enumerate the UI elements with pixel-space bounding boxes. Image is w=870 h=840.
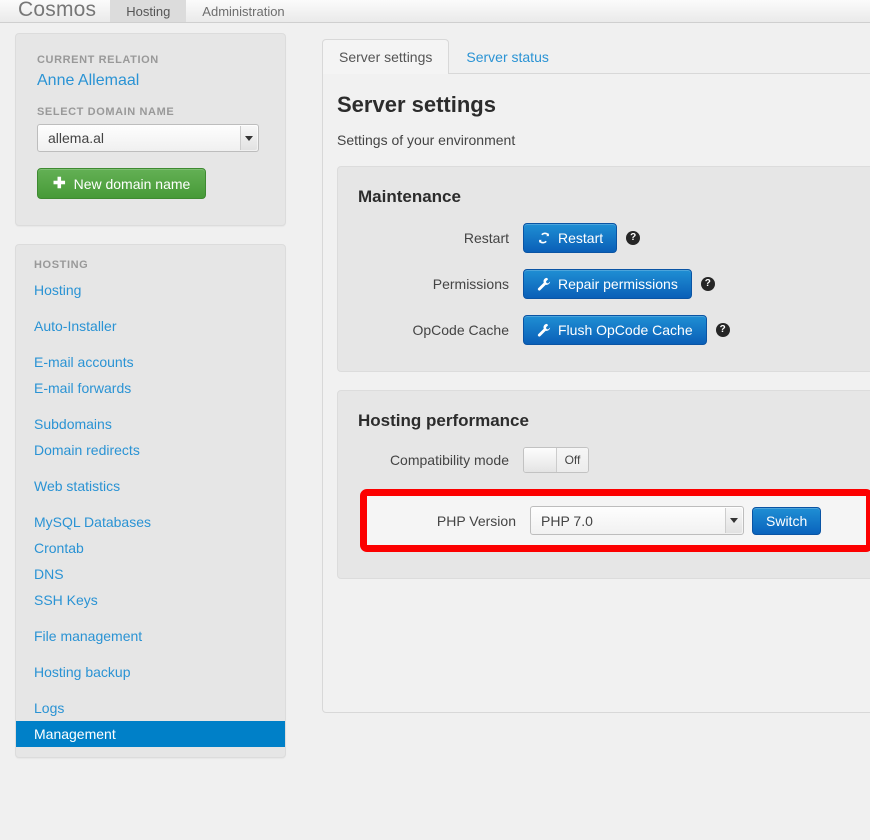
- php-version-highlight: PHP Version PHP 7.0 Switch: [360, 489, 870, 552]
- wrench-icon: [537, 323, 551, 337]
- chevron-down-icon[interactable]: [240, 126, 257, 150]
- flush-opcode-cache-button[interactable]: Flush OpCode Cache: [523, 315, 707, 345]
- sidebar-item-web-statistics[interactable]: Web statistics: [16, 473, 285, 499]
- sidebar-item-hosting-backup[interactable]: Hosting backup: [16, 659, 285, 685]
- plus-icon: ✚: [53, 175, 66, 192]
- new-domain-name-button[interactable]: ✚ New domain name: [37, 168, 207, 199]
- sidebar-item-file-management[interactable]: File management: [16, 623, 285, 649]
- sidebar-item-mysql-databases[interactable]: MySQL Databases: [16, 509, 285, 535]
- sidebar-item-domain-redirects[interactable]: Domain redirects: [16, 437, 285, 463]
- compatibility-mode-label: Compatibility mode: [389, 452, 509, 468]
- sidebar-item-crontab[interactable]: Crontab: [16, 535, 285, 561]
- sidebar-item-email-accounts[interactable]: E-mail accounts: [16, 349, 285, 375]
- wrench-icon: [537, 277, 551, 291]
- app-brand: Cosmos: [18, 0, 97, 21]
- sidebar-item-logs[interactable]: Logs: [16, 695, 285, 721]
- select-domain-caption: SELECT DOMAIN NAME: [37, 106, 175, 118]
- new-domain-name-label: New domain name: [73, 175, 191, 192]
- php-version-label: PHP Version: [436, 512, 516, 529]
- hosting-menu-caption: HOSTING: [34, 259, 89, 271]
- flush-opcode-cache-button-label: Flush OpCode Cache: [558, 322, 693, 338]
- repair-permissions-button-label: Repair permissions: [558, 276, 678, 292]
- current-relation-name[interactable]: Anne Allemaal: [37, 72, 264, 90]
- hosting-menu-panel: HOSTING Hosting Auto-Installer E-mail ac…: [15, 244, 286, 758]
- sidebar-item-auto-installer[interactable]: Auto-Installer: [16, 313, 285, 339]
- maintenance-row-opcode-cache: OpCode Cache Flush OpCode Cache ?: [338, 315, 870, 345]
- restart-label: Restart: [463, 230, 509, 246]
- top-navigation-bar: Cosmos Hosting Administration: [0, 0, 870, 23]
- compatibility-mode-toggle[interactable]: Off: [523, 447, 589, 473]
- sidebar-item-management[interactable]: Management: [16, 721, 285, 747]
- nav-tab-administration[interactable]: Administration: [186, 0, 300, 22]
- php-version-select[interactable]: PHP 7.0: [530, 506, 744, 535]
- current-relation-panel: CURRENT RELATION Anne Allemaal SELECT DO…: [15, 33, 286, 226]
- domain-name-select[interactable]: allema.al: [37, 124, 259, 152]
- help-icon-restart[interactable]: ?: [626, 231, 641, 245]
- main-content: Server settings Server status Server set…: [322, 38, 870, 713]
- tab-server-status[interactable]: Server status: [449, 39, 565, 74]
- repair-permissions-button[interactable]: Repair permissions: [523, 269, 692, 299]
- sidebar-item-email-forwards[interactable]: E-mail forwards: [16, 375, 285, 401]
- domain-name-value: allema.al: [48, 130, 105, 146]
- page-subtitle: Settings of your environment: [337, 132, 516, 148]
- current-relation-caption: CURRENT RELATION: [37, 54, 159, 66]
- restart-button[interactable]: Restart: [523, 223, 618, 253]
- compatibility-mode-state: Off: [557, 448, 588, 472]
- help-icon-opcode-cache[interactable]: ?: [715, 323, 730, 337]
- toggle-knob: [524, 448, 557, 472]
- sidebar-item-dns[interactable]: DNS: [16, 561, 285, 587]
- compatibility-mode-row: Compatibility mode Off: [338, 447, 870, 473]
- hosting-performance-heading: Hosting performance: [358, 411, 529, 430]
- help-icon-permissions[interactable]: ?: [700, 277, 715, 291]
- sidebar: CURRENT RELATION Anne Allemaal SELECT DO…: [15, 33, 286, 758]
- php-version-value: PHP 7.0: [541, 512, 593, 529]
- sidebar-item-hosting[interactable]: Hosting: [16, 277, 285, 303]
- refresh-icon: [539, 232, 549, 244]
- sidebar-item-ssh-keys[interactable]: SSH Keys: [16, 587, 285, 613]
- opcode-cache-label: OpCode Cache: [412, 322, 509, 338]
- switch-button-label: Switch: [766, 512, 808, 529]
- maintenance-row-permissions: Permissions Repair permissions ?: [338, 269, 870, 299]
- nav-tab-hosting[interactable]: Hosting: [110, 0, 187, 22]
- php-version-row: PHP Version PHP 7.0 Switch: [367, 506, 866, 535]
- maintenance-heading: Maintenance: [358, 187, 461, 206]
- sidebar-item-subdomains[interactable]: Subdomains: [16, 411, 285, 437]
- page-title: Server settings: [337, 92, 496, 117]
- switch-button[interactable]: Switch: [752, 506, 822, 535]
- content-tabs: Server settings Server status: [322, 38, 870, 74]
- restart-button-label: Restart: [558, 230, 604, 246]
- maintenance-row-restart: Restart Restart ?: [338, 223, 870, 253]
- tab-server-settings[interactable]: Server settings: [322, 39, 450, 74]
- chevron-down-icon[interactable]: [725, 508, 742, 533]
- hosting-performance-section: Hosting performance Compatibility mode O…: [337, 390, 870, 579]
- maintenance-section: Maintenance Restart Restart ? Permission…: [337, 166, 870, 372]
- permissions-label: Permissions: [432, 276, 509, 292]
- content-card: Server settings Settings of your environ…: [322, 73, 870, 713]
